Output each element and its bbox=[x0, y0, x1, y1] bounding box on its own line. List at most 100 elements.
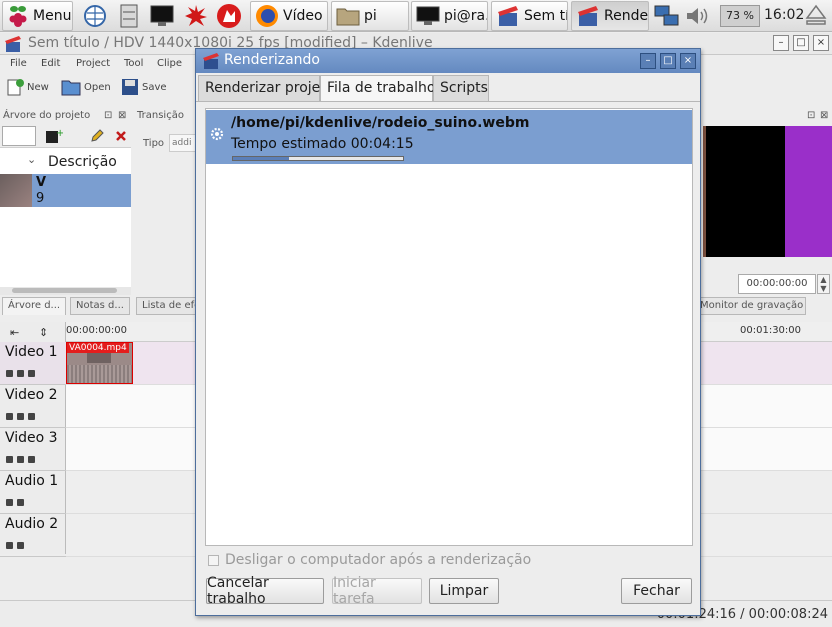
lock-icon[interactable] bbox=[28, 370, 35, 377]
burst-launcher[interactable] bbox=[183, 3, 209, 29]
track-header-video1[interactable]: Video 1 bbox=[0, 342, 66, 385]
job-queue-list[interactable]: /home/pi/kdenlive/rodeio_suino.webm Temp… bbox=[205, 108, 693, 546]
lock-icon[interactable] bbox=[17, 542, 24, 549]
svg-text:+: + bbox=[56, 128, 63, 139]
float-icon[interactable]: ⊡ bbox=[807, 110, 815, 121]
job-progress-bar bbox=[232, 156, 404, 161]
tab-notes[interactable]: Notas d... bbox=[70, 297, 130, 315]
dialog-titlebar[interactable]: Renderizando – □ × bbox=[196, 49, 700, 73]
eject-button[interactable] bbox=[805, 4, 827, 29]
maximize-button[interactable]: □ bbox=[793, 35, 809, 51]
close-dialog-button[interactable]: Fechar bbox=[621, 578, 692, 604]
close-button[interactable]: × bbox=[813, 35, 829, 51]
add-clip-icon[interactable]: + bbox=[45, 128, 63, 144]
lock-icon[interactable] bbox=[17, 499, 24, 506]
taskbar-item-label: pi@ra... bbox=[444, 8, 487, 24]
timecode-input[interactable]: 00:00:00:00 bbox=[738, 274, 816, 294]
terminal-launcher[interactable] bbox=[149, 3, 175, 29]
audio-icon[interactable] bbox=[6, 499, 13, 506]
taskbar-item-video[interactable]: Vídeo ... bbox=[250, 1, 328, 31]
tab-project-tree[interactable]: Árvore d... bbox=[2, 297, 66, 315]
browser-launcher[interactable] bbox=[82, 3, 108, 29]
new-button[interactable]: New bbox=[6, 78, 49, 96]
sort-icon[interactable]: ⇕ bbox=[39, 326, 48, 339]
timecode-spinner[interactable]: ▲ ▼ bbox=[817, 274, 830, 294]
project-tree[interactable]: ⌄ Descrição V 9 bbox=[0, 147, 131, 295]
lock-icon[interactable] bbox=[28, 456, 35, 463]
folder-open-icon bbox=[61, 80, 81, 96]
audio-icon[interactable] bbox=[17, 370, 24, 377]
clean-up-button[interactable]: Limpar bbox=[429, 578, 499, 604]
firefox-icon bbox=[256, 5, 278, 27]
scrollbar-thumb[interactable] bbox=[12, 288, 117, 293]
up-arrow-icon: ▲ bbox=[820, 275, 827, 284]
track-header-video2[interactable]: Video 2 bbox=[0, 385, 66, 428]
timeline-clip[interactable]: VA0004.mp4 bbox=[66, 342, 133, 384]
tab-job-queue[interactable]: Fila de trabalhos bbox=[320, 75, 443, 102]
track-header-audio1[interactable]: Audio 1 bbox=[0, 471, 66, 514]
track-controls[interactable] bbox=[6, 542, 24, 549]
clean-up-label: Limpar bbox=[439, 583, 489, 599]
track-controls[interactable] bbox=[6, 413, 35, 420]
track-header-audio2[interactable]: Audio 2 bbox=[0, 514, 66, 557]
type-input[interactable] bbox=[169, 134, 197, 152]
volume-control[interactable] bbox=[685, 3, 711, 29]
taskbar-item-render[interactable]: Rende... bbox=[571, 1, 649, 31]
taskbar-item-pi[interactable]: pi bbox=[331, 1, 409, 31]
new-label: New bbox=[27, 81, 49, 93]
track-controls[interactable] bbox=[6, 370, 35, 377]
tab-scripts[interactable]: Scripts bbox=[433, 75, 489, 101]
audio-icon[interactable] bbox=[17, 456, 24, 463]
project-tree-title: Árvore do projeto bbox=[3, 110, 91, 121]
menu-edit[interactable]: Edit bbox=[41, 58, 60, 69]
battery-indicator[interactable]: 73 % bbox=[720, 5, 760, 27]
video-icon[interactable] bbox=[6, 370, 13, 377]
close-panel-icon[interactable]: ⊠ bbox=[118, 110, 126, 121]
shutdown-checkbox[interactable] bbox=[208, 554, 219, 566]
menu-file[interactable]: File bbox=[10, 58, 27, 69]
open-button[interactable]: Open bbox=[61, 78, 111, 96]
taskbar: Menu Vídeo ... pi pi@ra... Sem tí... Ren… bbox=[0, 0, 832, 32]
taskbar-item-terminal[interactable]: pi@ra... bbox=[411, 1, 488, 31]
menu-clip[interactable]: Clipe bbox=[157, 58, 182, 69]
project-search-input[interactable] bbox=[2, 126, 36, 146]
video-icon[interactable] bbox=[6, 456, 13, 463]
track-header-video3[interactable]: Video 3 bbox=[0, 428, 66, 471]
zoom-icon[interactable]: ⇤ bbox=[10, 326, 19, 339]
minimize-button[interactable]: – bbox=[773, 35, 789, 51]
chevron-down-icon[interactable]: ⌄ bbox=[27, 153, 36, 166]
menu-button[interactable]: Menu bbox=[2, 1, 73, 31]
taskbar-item-kdenlive[interactable]: Sem tí... bbox=[491, 1, 568, 31]
clock[interactable]: 16:02 bbox=[764, 7, 804, 23]
wolfram-launcher[interactable] bbox=[216, 3, 242, 29]
shutdown-option[interactable]: Desligar o computador após a renderizaçã… bbox=[208, 552, 531, 568]
video-icon[interactable] bbox=[6, 413, 13, 420]
audio-icon[interactable] bbox=[6, 542, 13, 549]
tab-effects[interactable]: Lista de efe bbox=[136, 297, 196, 315]
cancel-job-button[interactable]: Cancelar trabalho bbox=[206, 575, 324, 607]
delete-icon[interactable] bbox=[115, 130, 127, 142]
clip-row[interactable]: V 9 bbox=[0, 174, 131, 207]
pencil-icon[interactable] bbox=[90, 129, 104, 143]
save-button[interactable]: Save bbox=[121, 78, 167, 96]
clapper-icon bbox=[498, 6, 518, 26]
menu-project[interactable]: Project bbox=[76, 58, 110, 69]
tab-render-project[interactable]: Renderizar projeto bbox=[198, 75, 334, 101]
description-header[interactable]: Descrição bbox=[48, 154, 117, 170]
lock-icon[interactable] bbox=[28, 413, 35, 420]
track-controls[interactable] bbox=[6, 499, 24, 506]
audio-icon[interactable] bbox=[17, 413, 24, 420]
network-status[interactable] bbox=[654, 3, 680, 29]
tab-record-monitor[interactable]: Monitor de gravação bbox=[694, 297, 806, 315]
track-controls[interactable] bbox=[6, 456, 35, 463]
dialog-close-button[interactable]: × bbox=[680, 53, 696, 69]
close-panel-icon[interactable]: ⊠ bbox=[820, 110, 828, 121]
job-row[interactable]: /home/pi/kdenlive/rodeio_suino.webm Temp… bbox=[206, 110, 692, 164]
float-icon[interactable]: ⊡ bbox=[104, 110, 112, 121]
start-job-button[interactable]: Iniciar tarefa bbox=[332, 575, 422, 607]
files-launcher[interactable] bbox=[116, 3, 142, 29]
horizontal-scrollbar[interactable] bbox=[0, 287, 131, 295]
menu-tool[interactable]: Tool bbox=[124, 58, 143, 69]
dialog-minimize-button[interactable]: – bbox=[640, 53, 656, 69]
dialog-maximize-button[interactable]: □ bbox=[660, 53, 676, 69]
